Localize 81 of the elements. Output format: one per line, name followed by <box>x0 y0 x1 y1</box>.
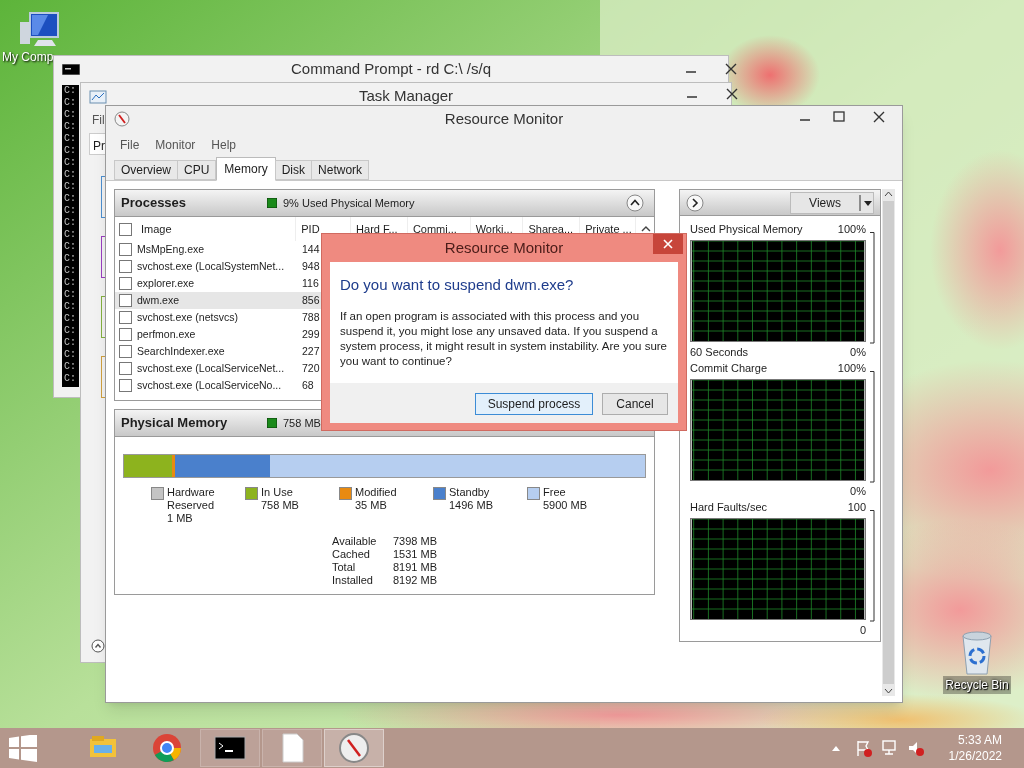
table-cell-text: SearchIndexer.exe <box>137 343 225 359</box>
stat-label: Total <box>332 561 357 574</box>
legend-label: Hardware Reserved <box>167 486 216 512</box>
console-line: C: <box>63 169 77 181</box>
table-cell-text: 948 <box>302 258 320 274</box>
stat-value: 7398 MB <box>393 535 439 548</box>
graph-title: Hard Faults/sec <box>690 500 768 516</box>
table-cell-text: 856 <box>302 292 320 308</box>
legend-label: In Use <box>261 486 294 499</box>
legend-label: Free <box>543 486 567 499</box>
legend-value: 35 MB <box>355 499 388 512</box>
table-cell-text: svchost.exe (LocalSystemNet... <box>137 258 285 274</box>
console-line: C: <box>63 193 77 205</box>
legend-value: 1496 MB <box>449 499 495 512</box>
table-cell-text: MsMpEng.exe <box>137 241 205 257</box>
console-line: C: <box>63 121 77 133</box>
table-cell-text: 68 <box>302 377 314 393</box>
console-line: C: <box>63 289 77 301</box>
table-cell-text: 788 <box>302 309 320 325</box>
dialog-message: If an open program is associated with this process and you suspend it, you might lose any unsaved data. If you suspend a system process, it might result in system instability. Are you sure you want to continue? <box>340 308 668 369</box>
section-title: Physical Memory <box>121 414 229 433</box>
console-line: C: <box>63 277 77 289</box>
window-title: Resource Monitor <box>444 109 564 130</box>
dialog-heading: Do you want to suspend dwm.exe? <box>340 275 575 295</box>
table-cell-text: 144 <box>302 241 320 257</box>
axis-label: 0% <box>850 484 866 500</box>
axis-label: 100% <box>837 222 866 238</box>
table-cell-text: 227 <box>302 343 320 359</box>
table-cell-text: 116 <box>302 275 319 291</box>
window-title: Task Manager <box>358 85 454 106</box>
graph-title: Commit Charge <box>690 361 768 377</box>
section-summary: 758 MB <box>283 415 321 431</box>
table-cell-text: dwm.exe <box>137 292 179 308</box>
legend-value: 1 MB <box>167 512 194 525</box>
legend-value: 758 MB <box>261 499 300 512</box>
axis-label: 0 <box>859 623 866 639</box>
console-line: C: <box>63 361 77 373</box>
table-cell-text: svchost.exe (LocalServiceNet... <box>137 360 285 376</box>
console-line: C: <box>63 109 77 121</box>
table-cell-text: 720 <box>302 360 320 376</box>
console-line: C: <box>63 301 77 313</box>
console-line: C: <box>63 265 77 277</box>
console-line: C: <box>63 157 77 169</box>
table-cell-text: svchost.exe (LocalServiceNo... <box>137 377 282 393</box>
console-line: C: <box>63 85 77 97</box>
table-cell-text: explorer.exe <box>137 275 195 291</box>
axis-label: 100% <box>837 361 866 377</box>
console-line: C: <box>63 217 77 229</box>
console-line: C: <box>63 133 77 145</box>
table-cell-text: svchost.exe (netsvcs) <box>137 309 238 325</box>
console-line: C: <box>63 337 77 349</box>
stat-label: Available <box>332 535 378 548</box>
console-line: C: <box>63 145 77 157</box>
window-title: Command Prompt - rd C:\ /s/q <box>290 58 492 79</box>
stat-value: 8192 MB <box>393 574 439 587</box>
table-cell-text: perfmon.exe <box>137 326 196 342</box>
legend-value: 5900 MB <box>543 499 589 512</box>
dialog-title: Resource Monitor <box>444 237 564 258</box>
console-line: C: <box>63 205 77 217</box>
console-line: C: <box>63 253 77 265</box>
section-summary: 9% Used Physical Memory <box>283 195 415 211</box>
console-line: C: <box>63 229 77 241</box>
console-line: C: <box>63 349 77 361</box>
graph-title: Used Physical Memory <box>690 222 803 238</box>
console-line: C: <box>63 181 77 193</box>
section-title: Processes <box>121 194 188 213</box>
legend-label: Standby <box>449 486 491 499</box>
stat-label: Installed <box>332 574 374 587</box>
console-line: C: <box>63 325 77 337</box>
stat-value: 8191 MB <box>393 561 439 574</box>
console-line: C: <box>63 97 77 109</box>
console-line: C: <box>63 373 77 385</box>
table-cell-text: 299 <box>302 326 320 342</box>
stat-value: 1531 MB <box>393 548 439 561</box>
stat-label: Cached <box>332 548 371 561</box>
legend-label: Modified <box>355 486 398 499</box>
axis-label: 60 Seconds <box>690 345 749 361</box>
console-line: C: <box>63 313 77 325</box>
axis-label: 0% <box>850 345 866 361</box>
console-line: C: <box>63 241 77 253</box>
axis-label: 100 <box>847 500 866 516</box>
